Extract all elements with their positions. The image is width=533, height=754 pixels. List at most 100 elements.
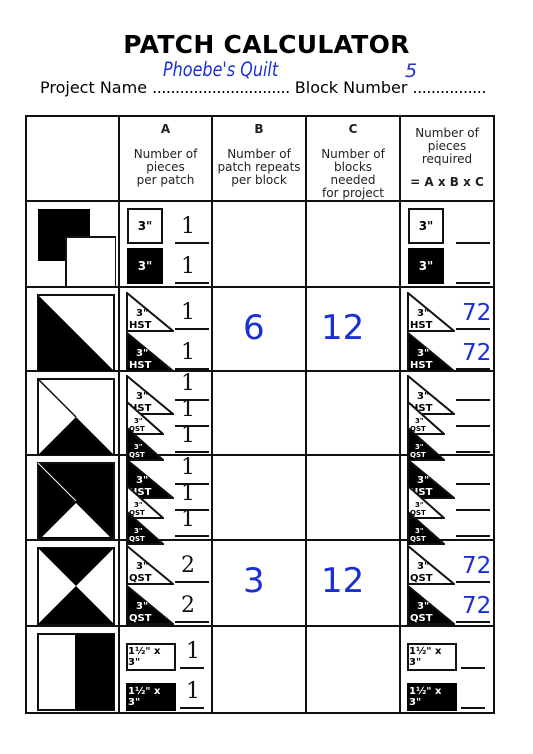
svg-text:QST: QST <box>129 573 152 584</box>
col-b-cell[interactable] <box>211 454 307 541</box>
total-line[interactable] <box>461 707 485 709</box>
count-line-a[interactable] <box>175 535 209 537</box>
block-image-cell <box>25 539 120 627</box>
piece-chip-black-hst-triangle-icon: 3" HST <box>407 330 457 376</box>
total-line[interactable] <box>456 242 490 244</box>
count-line-a[interactable] <box>175 581 209 583</box>
svg-text:HST: HST <box>129 320 152 331</box>
count-line-a[interactable] <box>175 242 209 244</box>
piece-chip-black-qst-triangle-icon: 3" QST <box>407 583 457 629</box>
count-line-a[interactable] <box>175 328 209 330</box>
col-c-cell[interactable]: 12 <box>305 286 401 372</box>
piece-chip-white-qst-triangle-icon: 3" QST <box>407 543 457 589</box>
total-line[interactable] <box>456 509 490 511</box>
total-value: 72 <box>462 593 492 619</box>
block-number-label: Block Number <box>294 78 408 97</box>
piece-chip-white-square: 3" <box>408 208 444 244</box>
col-total-cell: 1½" x 3" 1½" x 3" <box>399 625 495 714</box>
piece-chip-black-rectangle: 1½" x 3" <box>126 683 176 711</box>
total-line[interactable] <box>456 368 490 370</box>
total-line[interactable] <box>456 483 490 485</box>
table-row: 3" HST 1 3" QST 1 3" QST 1 3" HST 3" QST 3" QST <box>25 370 495 461</box>
col-c-cell[interactable] <box>305 625 401 714</box>
col-c-desc: Number of blocks needed for project <box>321 147 385 200</box>
table-row: 3" HST 1 3" HST 1 6 12 3" HST 72 3" HST 72 <box>25 286 495 372</box>
piece-chip-white-rectangle: 1½" x 3" <box>407 643 457 671</box>
svg-text:3": 3" <box>134 527 143 535</box>
col-c-letter: C <box>348 122 358 136</box>
count-line-a[interactable] <box>175 621 209 623</box>
patch-table: A Number of pieces per patch B Number of pa… <box>25 115 495 714</box>
col-b-cell[interactable] <box>211 200 307 288</box>
piece-chip-white-rectangle: 1½" x 3" <box>126 643 176 671</box>
total-pieces: 3" HST 72 3" HST 72 <box>401 288 493 372</box>
count-value-a: 1 <box>181 254 195 279</box>
header-col-a: A Number of pieces per patch <box>118 115 213 202</box>
block-image-cell <box>25 625 120 714</box>
col-total-cell: 3" HST 3" QST 3" QST <box>399 370 495 461</box>
col-c-cell[interactable] <box>305 370 401 456</box>
total-line[interactable] <box>456 451 490 453</box>
col-c-cell[interactable] <box>305 200 401 288</box>
svg-text:3": 3" <box>417 561 429 572</box>
col-b-cell[interactable] <box>211 370 307 456</box>
piece-chip-black-square: 3" <box>127 248 163 284</box>
count-line-a[interactable] <box>175 451 209 453</box>
block-image-cell <box>25 454 120 541</box>
project-name-value: Phoebe's Quilt <box>163 58 279 81</box>
total-line[interactable] <box>456 282 490 284</box>
col-total-cell: 3" HST 72 3" HST 72 <box>399 286 495 372</box>
svg-text:QST: QST <box>410 573 433 584</box>
table-row: 3" 1 3" 1 3" 3" <box>25 200 495 288</box>
col-a-pieces: 1½" x 3" 1 1½" x 3" 1 <box>120 627 211 712</box>
col-c-value: 12 <box>321 308 365 348</box>
total-value: 72 <box>462 340 492 366</box>
col-c-cell[interactable] <box>305 454 401 541</box>
col-c-cell[interactable]: 12 <box>305 539 401 627</box>
total-line[interactable] <box>456 328 490 330</box>
table-row: 3" HST 1 3" QST 1 3" QST 1 3" HST 3" QST 3" QST <box>25 454 495 545</box>
svg-text:3": 3" <box>417 348 429 359</box>
header-row: A Number of pieces per patch B Number of pa… <box>25 115 495 202</box>
total-value: 72 <box>462 300 492 326</box>
count-value-a: 1 <box>181 507 195 532</box>
total-line[interactable] <box>456 425 490 427</box>
total-line[interactable] <box>456 535 490 537</box>
piece-chip-black-hst-triangle-icon: 3" HST <box>126 330 176 376</box>
total-line[interactable] <box>461 667 485 669</box>
count-line-a[interactable] <box>180 707 204 709</box>
col-a-cell: 3" 1 3" 1 <box>118 200 213 288</box>
svg-text:3": 3" <box>134 501 143 509</box>
col-a-pieces: 3" QST 2 3" QST 2 <box>120 541 211 625</box>
svg-text:3": 3" <box>134 417 143 425</box>
total-pieces: 3" HST 3" QST 3" QST <box>401 456 493 545</box>
count-line-a[interactable] <box>180 667 204 669</box>
count-value-a: 1 <box>181 397 195 422</box>
col-total-desc: Number of pieces required <box>415 126 479 166</box>
total-line[interactable] <box>456 621 490 623</box>
block-number-field[interactable]: ................ <box>413 78 487 97</box>
count-value-a: 2 <box>181 553 195 578</box>
col-b-cell[interactable]: 6 <box>211 286 307 372</box>
table-row: 1½" x 3" 1 1½" x 3" 1 1½" x 3" 1½" x 3" <box>25 625 495 714</box>
col-a-pieces: 3" HST 1 3" HST 1 <box>120 288 211 372</box>
total-line[interactable] <box>456 399 490 401</box>
col-a-cell: 3" QST 2 3" QST 2 <box>118 539 213 627</box>
col-a-pieces: 3" HST 1 3" QST 1 3" QST 1 <box>120 371 211 461</box>
count-value-a: 1 <box>181 455 195 480</box>
col-a-cell: 3" HST 1 3" HST 1 <box>118 286 213 372</box>
total-line[interactable] <box>456 581 490 583</box>
block-image-cell <box>25 200 120 288</box>
col-b-cell[interactable] <box>211 625 307 714</box>
count-line-a[interactable] <box>175 368 209 370</box>
col-b-cell[interactable]: 3 <box>211 539 307 627</box>
col-a-pieces: 3" 1 3" 1 <box>120 202 211 286</box>
count-line-a[interactable] <box>175 282 209 284</box>
col-a-letter: A <box>160 122 171 136</box>
svg-text:3": 3" <box>417 601 429 612</box>
block-diagram-hst-qst-black-top <box>36 461 116 545</box>
svg-text:QST: QST <box>129 613 152 624</box>
block-diagram-hst-qst-white-top <box>36 377 116 461</box>
piece-chip-white-qst-triangle-icon: 3" QST <box>126 543 176 589</box>
page-title: PATCH CALCULATOR <box>123 30 410 59</box>
